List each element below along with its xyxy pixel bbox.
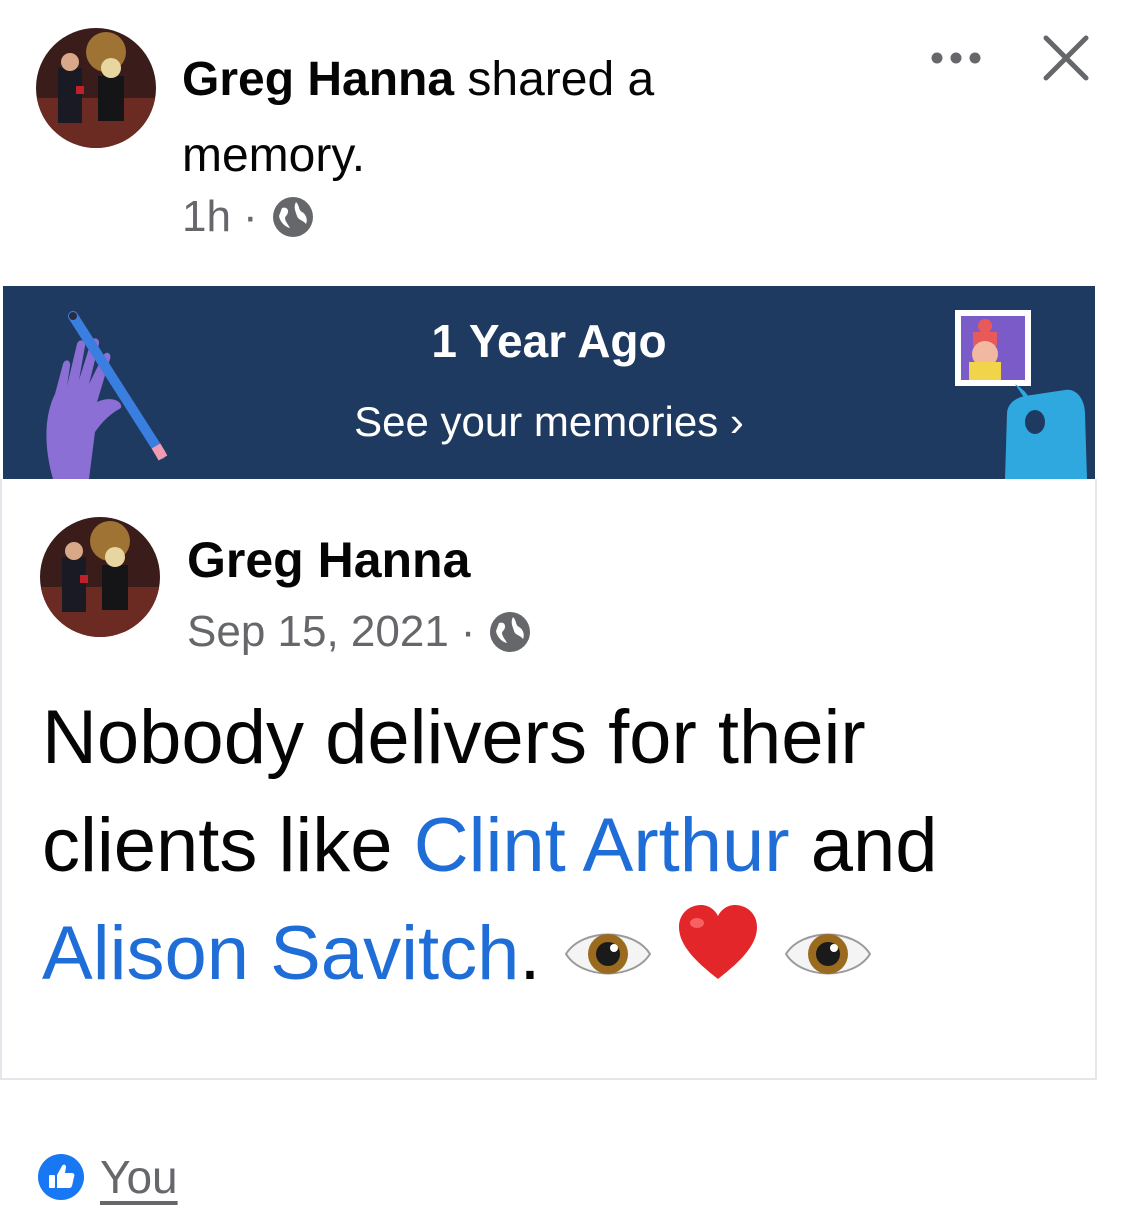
banner-title: 1 Year Ago [431, 315, 667, 367]
header-separator: · [242, 192, 258, 241]
post-date[interactable]: Sep 15, 2021 [187, 607, 449, 657]
chevron-right-icon: › [729, 398, 744, 445]
like-icon [36, 1152, 86, 1202]
post-author-avatar[interactable] [40, 517, 160, 637]
hand-photo-illustration-icon [945, 304, 1095, 479]
eye-emoji-icon [782, 905, 874, 1013]
author-avatar[interactable] [36, 28, 156, 148]
post-separator: · [460, 607, 476, 656]
post-meta: Sep 15, 2021 · [187, 607, 533, 657]
memory-post-card[interactable]: Greg Hanna Sep 15, 2021 · Nobody deliver… [0, 479, 1097, 1080]
mention-link[interactable]: Clint Arthur [414, 803, 790, 888]
post-text-part: and [789, 803, 938, 888]
red-heart-emoji-icon [675, 901, 761, 1016]
header-timestamp[interactable]: 1h [182, 192, 231, 242]
globe-icon [487, 609, 533, 655]
header-text: Greg Hanna shared a memory. [182, 42, 742, 194]
eye-emoji-icon [562, 905, 654, 1013]
post-text-part: . [519, 911, 541, 996]
header-meta: 1h · [182, 192, 316, 242]
globe-icon [270, 194, 316, 240]
see-memories-link[interactable]: See your memories › [3, 398, 1095, 446]
close-icon[interactable] [1040, 32, 1092, 84]
see-memories-label: See your memories [354, 398, 719, 445]
post-text: Nobody delivers for their clients like C… [42, 684, 1082, 1016]
more-options-icon[interactable] [928, 40, 984, 76]
shared-memory-header: Greg Hanna shared a memory. 1h · [0, 0, 1125, 285]
memory-banner[interactable]: 1 Year Ago See your memories › [3, 286, 1095, 479]
header-author-name[interactable]: Greg Hanna [182, 53, 454, 106]
reaction-names-link[interactable]: You [100, 1150, 178, 1204]
post-author-name[interactable]: Greg Hanna [187, 531, 470, 589]
mention-link[interactable]: Alison Savitch [42, 911, 519, 996]
reactions-row[interactable]: You [36, 1150, 178, 1204]
